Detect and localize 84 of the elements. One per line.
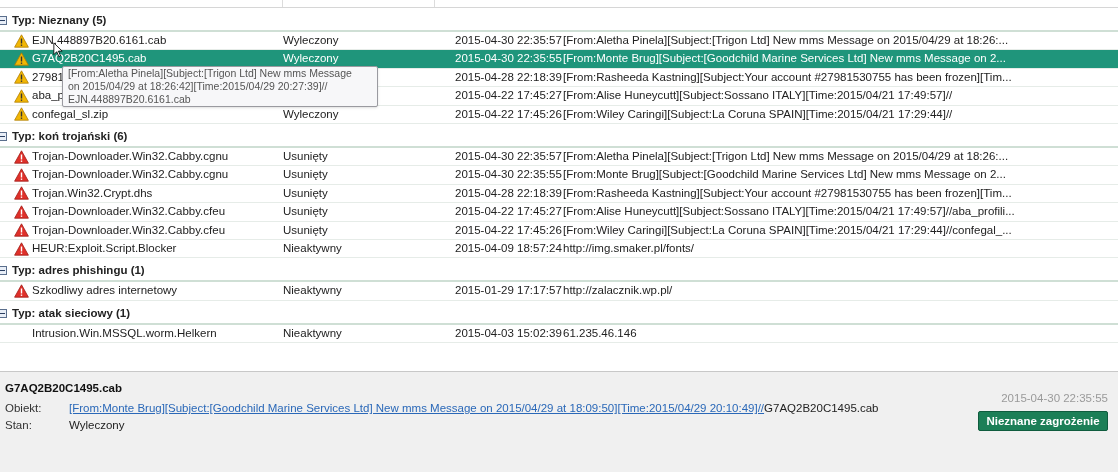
group-header: Typ: adres phishingu (1) [12, 263, 145, 279]
danger-icon [14, 223, 29, 238]
table-cell: Usunięty [283, 186, 328, 199]
table-cell-text: http://zalacznik.wp.pl/ [563, 283, 673, 299]
table-cell: Usunięty [283, 205, 328, 218]
warning-icon [14, 33, 29, 48]
group-header: Typ: Nieznany (5) [12, 12, 107, 28]
table-cell-text: [From:Monte Brug][Subject:[Goodchild Marine Services Ltd] New mms Message on 2... [563, 51, 1006, 67]
collapse-icon[interactable] [0, 16, 7, 25]
table-cell: 2015-04-30 22:35:57 [455, 150, 562, 162]
table-cell: 2015-04-28 22:18:39 [455, 70, 562, 83]
field-value: G7AQ2B20C1495.cab [764, 401, 879, 417]
table-cell: Nieaktywny [283, 326, 342, 339]
danger-icon [14, 186, 29, 201]
danger-icon [14, 168, 29, 183]
collapse-icon[interactable] [0, 131, 7, 141]
field-value: Wyleczony [69, 418, 125, 434]
danger-icon [14, 149, 29, 164]
table-cell-text: EJN.448897B20.6161.cab [32, 33, 167, 49]
table-cell: Nieaktywny [283, 241, 342, 254]
table-cell: 2015-04-09 18:57:24 [455, 241, 562, 254]
table-cell-text: 61.235.46.146 [563, 325, 637, 341]
table-cell: Usunięty [283, 168, 328, 181]
table-cell: Usunięty [283, 150, 328, 162]
table-cell: 2015-04-30 22:35:55 [455, 52, 562, 65]
table-row[interactable]: Trojan-Downloader.Win32.Cabby.cfeu Usunięty 2015-04-22 17:45:27[From:Alise Huneycutt][Subject:Sossano ITALY][Time:2015/04/21 17:49:57]//aba_profili... [0, 203, 1118, 222]
danger-icon [14, 284, 29, 298]
table-cell-text: Trojan-Downloader.Win32.Cabby.cgnu [32, 167, 229, 183]
table-cell-text: [From:Wiley Caringi][Subject:La Coruna SPAIN][Time:2015/04/21 17:29:44]// [563, 106, 953, 122]
field-label: Stan: [5, 418, 33, 434]
table-cell: 2015-04-30 22:35:55 [455, 168, 562, 181]
table-cell: 2015-04-30 22:35:57 [455, 34, 562, 47]
table-cell: 2015-04-22 17:45:26 [455, 223, 562, 236]
warning-icon [14, 107, 29, 122]
table-cell-text: [From:Wiley Caringi][Subject:La Coruna SPAIN][Time:2015/04/21 17:29:44]//confegal_... [563, 222, 1012, 238]
table-cell-text: Trojan-Downloader.Win32.Cabby.cgnu [32, 149, 229, 164]
detail-date: 2015-04-30 22:35:55 [1001, 391, 1108, 406]
warning-icon [14, 88, 29, 103]
table-cell-text: G7AQ2B20C1495.cab [32, 51, 147, 67]
table-cell-text: Intrusion.Win.MSSQL.worm.Helkern [32, 325, 217, 341]
table-cell-text: HEUR:Exploit.Script.Blocker [32, 240, 177, 256]
warning-icon [14, 70, 29, 85]
group-header: Typ: koń trojański (6) [12, 128, 128, 144]
collapse-icon[interactable] [0, 266, 7, 276]
table-cell: Wyleczony [283, 107, 339, 120]
table-cell: Wyleczony [283, 34, 339, 47]
group-header: Typ: atak sieciowy (1) [12, 305, 131, 321]
table-cell: Nieaktywny [283, 284, 342, 297]
table-cell-text: [From:Rasheeda Kastning][Subject:Your account #27981530755 has been frozen][Tim... [563, 185, 1012, 201]
table-row[interactable]: G7AQ2B20C1495.cab Wyleczony 2015-04-30 22:35:55[From:Monte Brug][Subject:[Goodchild Marine Services Ltd] New mms Message on 2... [0, 50, 1118, 69]
table-cell-text: [From:Aletha Pinela][Subject:[Trigon Ltd] New mms Message on 2015/04/29 at 18:26:... [563, 33, 1009, 49]
table-cell: Usunięty [283, 223, 328, 236]
table-cell-text: [From:Monte Brug][Subject:[Goodchild Marine Services Ltd] New mms Message on 2... [563, 167, 1006, 183]
table-cell-text: [From:Alise Huneycutt][Subject:Sossano ITALY][Time:2015/04/21 17:49:57]// [563, 88, 953, 104]
danger-icon [14, 241, 29, 256]
table-cell-text: [From:Rasheeda Kastning][Subject:Your account #27981530755 has been frozen][Tim... [563, 69, 1012, 85]
table-cell-text: confegal_sl.zip [32, 106, 109, 122]
table-cell-text: 27981 [32, 69, 64, 85]
tooltip-text: EJN.448897B20.6161.cab [68, 93, 191, 106]
table-cell-text: Trojan-Downloader.Win32.Cabby.cfeu [32, 204, 226, 220]
table-cell: 2015-04-03 15:02:39 [455, 326, 562, 339]
field-label: Obiekt: [5, 401, 43, 417]
object-link[interactable]: [From:Monte Brug][Subject:[Goodchild Marine Services Ltd] New mms Message on 2015/04/29 at 18:09:50][Time:2015/04/29 20:10:49]// [69, 400, 765, 418]
table-cell-text: [From:Aletha Pinela][Subject:[Trigon Ltd] New mms Message on 2015/04/29 at 18:26:... [563, 149, 1009, 164]
tooltip-text: [From:Aletha Pinela][Subject:[Trigon Ltd] New mms Message [68, 67, 352, 80]
table-cell-text: Trojan.Win32.Crypt.dhs [32, 185, 153, 201]
table-cell-text: [From:Alise Huneycutt][Subject:Sossano ITALY][Time:2015/04/21 17:49:57]//aba_profili... [563, 204, 1015, 220]
warning-icon [14, 52, 29, 67]
table-row[interactable]: Trojan-Downloader.Win32.Cabby.cgnu Usunięty 2015-04-30 22:35:55[From:Monte Brug][Subject:[Goodchild Marine Services Ltd] New mms Message on 2... [0, 166, 1118, 185]
danger-icon [14, 204, 29, 219]
detail-title: G7AQ2B20C1495.cab [5, 381, 123, 396]
collapse-icon[interactable] [0, 308, 7, 318]
table-row[interactable]: EJN.448897B20.6161.cab Wyleczony 2015-04-30 22:35:57[From:Aletha Pinela][Subject:[Trigon Ltd] New mms Message on 2015/04/29 at 18:26:... [0, 32, 1118, 51]
table-cell: 2015-01-29 17:17:57 [455, 284, 562, 297]
table-cell: 2015-04-22 17:45:26 [455, 107, 562, 120]
table-cell-text: http://img.smaker.pl/fonts/ [563, 240, 695, 256]
table-cell: 2015-04-28 22:18:39 [455, 186, 562, 199]
table-row[interactable]: Szkodliwy adres internetowy Nieaktywny 2015-01-29 17:17:57http://zalacznik.wp.pl/ [0, 282, 1118, 301]
table-cell: Wyleczony [283, 52, 339, 65]
table-cell-text: Trojan-Downloader.Win32.Cabby.cfeu [32, 222, 226, 238]
threat-button[interactable]: Nieznane zagrożenie [978, 411, 1108, 432]
table-cell-text: Szkodliwy adres internetowy [32, 283, 178, 299]
table-cell: 2015-04-22 17:45:27 [455, 89, 562, 102]
table-cell: 2015-04-22 17:45:27 [455, 205, 562, 218]
